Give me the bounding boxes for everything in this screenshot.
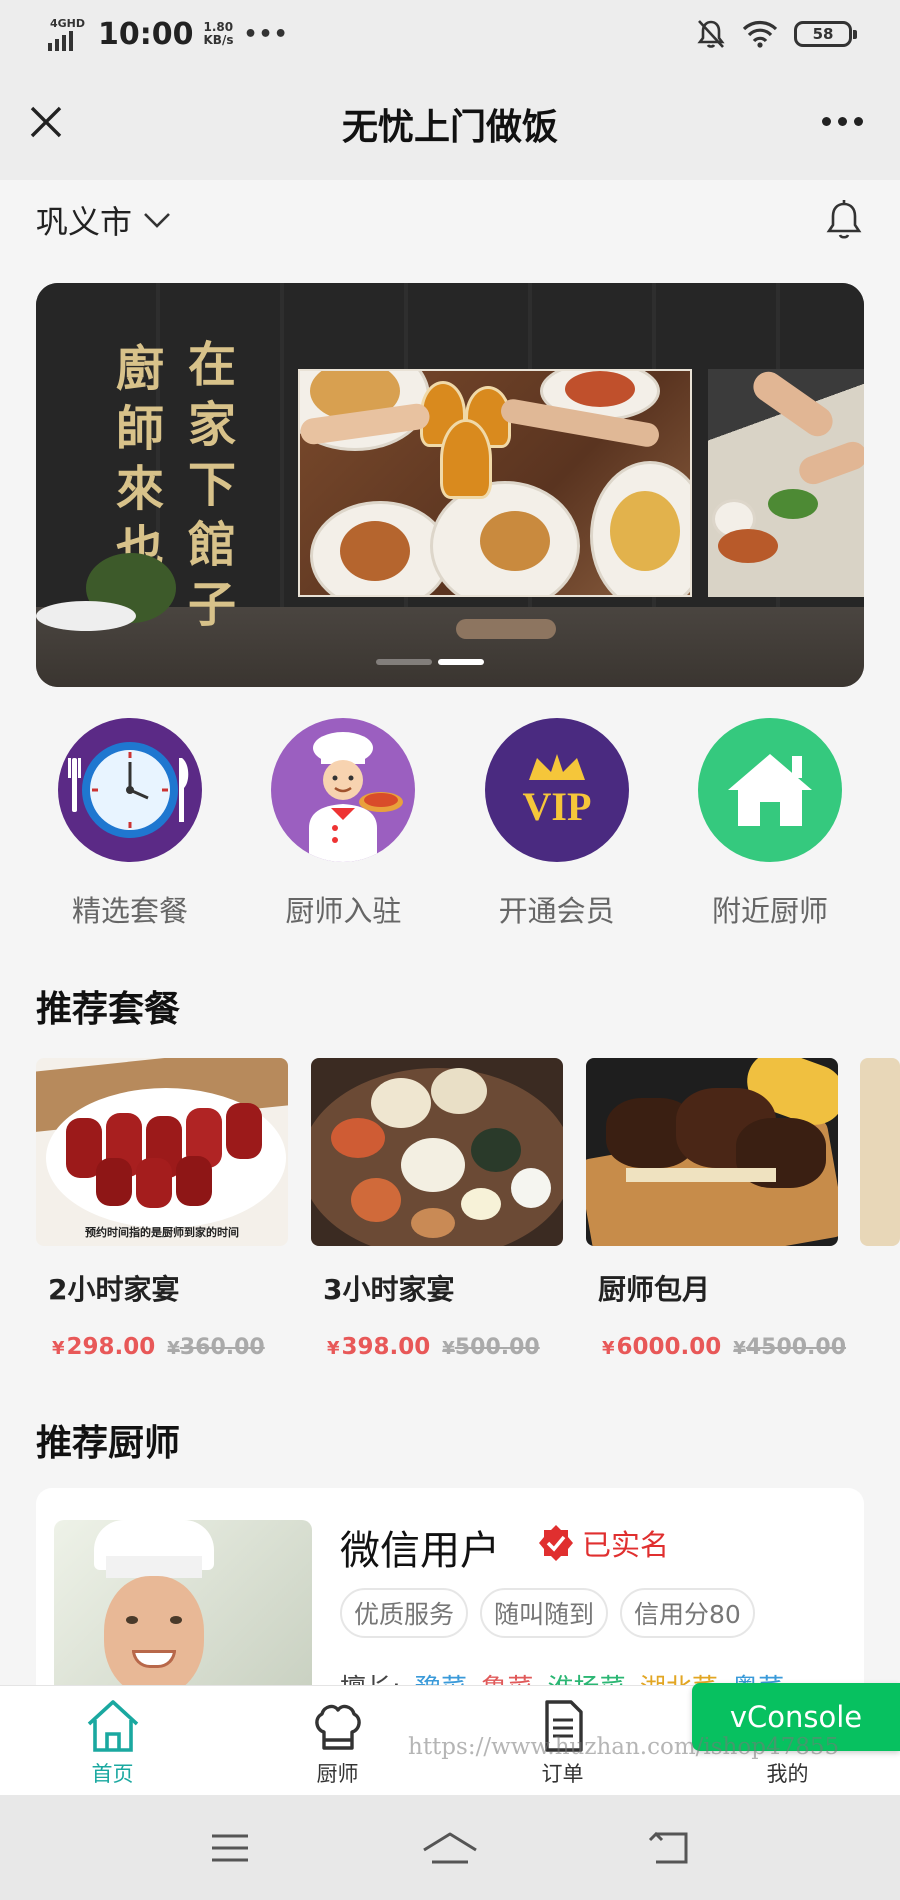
net-speed-unit: KB/s <box>203 33 234 47</box>
more-dot-icon <box>822 116 831 126</box>
status-time: 10:00 <box>98 16 194 52</box>
package-image: 预约时间指的是厨师到家的时间 <box>36 1058 288 1246</box>
signal-icon: 4GHD <box>48 17 88 51</box>
chef-tag: 信用分80 <box>620 1588 755 1638</box>
category-featured-packages[interactable]: 精选套餐 <box>30 718 230 938</box>
home-icon <box>87 1700 138 1752</box>
location-row: 巩义市 <box>0 180 900 260</box>
chef-name: 微信用户 <box>340 1528 500 1574</box>
tab-home[interactable]: 首页 <box>0 1686 225 1795</box>
more-menu-button[interactable] <box>822 106 868 136</box>
package-carousel[interactable]: 预约时间指的是厨师到家的时间 2小时家宴 ¥298.00 ¥360.00 3小时… <box>36 1058 900 1368</box>
menu-icon[interactable] <box>200 1828 260 1868</box>
package-old-price: ¥360.00 <box>167 1335 265 1360</box>
chef-pizza-icon <box>271 718 416 862</box>
promo-banner[interactable]: 在 家 下 館 子 廚 師 來 也 <box>36 283 864 687</box>
category-grid: 精选套餐 厨师入驻 VIP 开通会员 附近厨师 <box>0 718 900 938</box>
battery-indicator: 58 <box>794 21 857 47</box>
watermark-text: https://www.huzhan.com/ishop47855 <box>408 1734 840 1760</box>
city-picker[interactable]: 巩义市 <box>36 197 172 243</box>
status-bar: 4GHD 10:00 1.80 KB/s ••• 58 <box>0 0 900 68</box>
net-speed: 1.80 KB/s <box>204 21 234 47</box>
category-chef-join[interactable]: 厨师入驻 <box>243 718 443 938</box>
package-old-price: ¥500.00 <box>442 1335 540 1360</box>
wifi-icon <box>742 21 778 48</box>
category-label: 精选套餐 <box>71 894 188 928</box>
package-card[interactable]: 3小时家宴 ¥398.00 ¥500.00 <box>311 1058 563 1360</box>
verified-badge: 已实名 <box>536 1522 669 1564</box>
banner-slogan-left: 廚 師 來 也 <box>116 341 165 577</box>
banner-dot-2[interactable] <box>438 659 484 665</box>
clock-cutlery-icon <box>58 718 202 862</box>
banner-photo-dinner <box>298 369 692 597</box>
package-price: ¥398.00 <box>327 1334 431 1360</box>
package-image <box>311 1058 563 1246</box>
vip-crown-icon: VIP <box>484 718 629 862</box>
section-title-chefs: 推荐厨师 <box>36 1423 181 1464</box>
banner-pagination <box>376 659 484 665</box>
package-price: ¥6000.00 <box>602 1334 722 1360</box>
banner-slogan-right: 在 家 下 館 子 <box>188 337 237 633</box>
title-bar: 无忧上门做饭 <box>0 68 900 180</box>
mute-bell-icon <box>697 20 725 48</box>
page-title: 无忧上门做饭 <box>341 107 558 148</box>
house-icon <box>697 718 842 862</box>
category-label: 厨师入驻 <box>285 894 402 928</box>
package-image-caption: 预约时间指的是厨师到家的时间 <box>85 1226 239 1239</box>
package-prices: ¥398.00 ¥500.00 <box>311 1334 563 1360</box>
chevron-down-icon <box>144 213 170 228</box>
package-card[interactable]: 预约时间指的是厨师到家的时间 2小时家宴 ¥298.00 ¥360.00 <box>36 1058 288 1360</box>
banner-dot-1[interactable] <box>376 659 432 665</box>
status-more-dots: ••• <box>243 21 289 47</box>
verified-check-icon <box>539 1525 573 1561</box>
banner-photo-chopping <box>708 369 864 597</box>
package-image <box>586 1058 838 1246</box>
home-nav-icon[interactable] <box>420 1828 480 1868</box>
back-icon[interactable] <box>640 1828 700 1868</box>
package-prices: ¥298.00 ¥360.00 <box>36 1334 288 1360</box>
close-button[interactable] <box>26 102 66 142</box>
notification-bell-icon[interactable] <box>824 198 864 242</box>
chef-tags: 优质服务 随叫随到 信用分80 <box>340 1588 755 1638</box>
package-card-peek[interactable] <box>860 1058 900 1246</box>
package-name: 厨师包月 <box>598 1273 711 1306</box>
package-name: 2小时家宴 <box>48 1273 180 1306</box>
package-prices: ¥6000.00 ¥4500.00 <box>586 1334 846 1360</box>
system-nav-bar <box>0 1795 900 1900</box>
chef-hat-icon <box>314 1704 361 1750</box>
tab-label: 订单 <box>541 1762 584 1786</box>
package-card[interactable]: 厨师包月 ¥6000.00 ¥4500.00 <box>586 1058 846 1360</box>
svg-text:VIP: VIP <box>522 784 591 829</box>
status-left: 4GHD 10:00 1.80 KB/s ••• <box>48 17 289 52</box>
section-title-packages: 推荐套餐 <box>36 989 181 1030</box>
tab-label: 首页 <box>91 1762 134 1786</box>
package-price: ¥298.00 <box>52 1334 156 1360</box>
chef-tag: 随叫随到 <box>480 1588 609 1638</box>
category-vip-membership[interactable]: VIP 开通会员 <box>457 718 657 938</box>
tab-label: 我的 <box>766 1762 809 1786</box>
chef-tag: 优质服务 <box>340 1588 469 1638</box>
category-nearby-chefs[interactable]: 附近厨师 <box>670 718 870 938</box>
package-old-price: ¥4500.00 <box>733 1335 847 1360</box>
banner-counter <box>36 607 864 687</box>
status-right: 58 <box>696 18 857 50</box>
network-type: 4GHD <box>50 17 86 30</box>
verified-text: 已实名 <box>582 1528 670 1562</box>
tab-label: 厨师 <box>316 1762 359 1786</box>
category-label: 开通会员 <box>498 894 615 928</box>
package-name: 3小时家宴 <box>323 1273 455 1306</box>
category-label: 附近厨师 <box>711 894 828 928</box>
city-name: 巩义市 <box>36 203 133 241</box>
